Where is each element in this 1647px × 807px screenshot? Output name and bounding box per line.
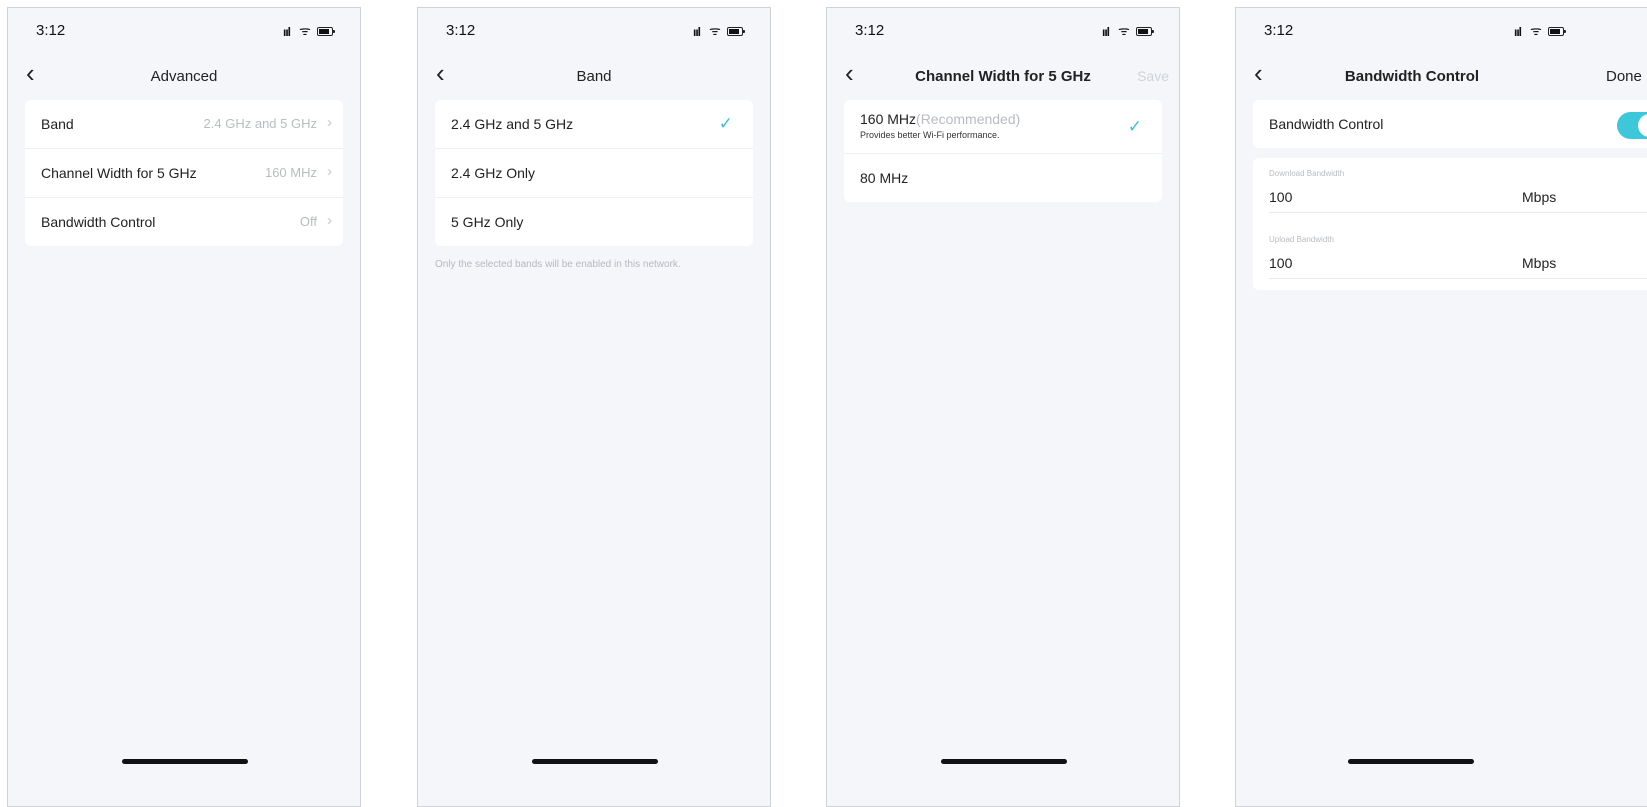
- band-option-both[interactable]: 2.4 GHz and 5 GHz ✓: [435, 100, 753, 149]
- home-indicator[interactable]: [532, 759, 658, 764]
- status-bar: 3:12 ııl ᯤ: [1236, 8, 1647, 53]
- battery-icon: [1548, 27, 1566, 36]
- wifi-icon: ᯤ: [299, 23, 311, 38]
- chevron-right-icon: ›: [327, 212, 332, 229]
- checkmark-icon: ✓: [1127, 117, 1142, 136]
- page-title: Band: [576, 68, 612, 85]
- nav-bar: ‹ Advanced: [8, 53, 360, 97]
- band-option-5[interactable]: 5 GHz Only: [435, 198, 753, 246]
- status-time: 3:12: [855, 22, 885, 39]
- status-time: 3:12: [1264, 22, 1294, 39]
- signal-icon: ııl: [1102, 25, 1110, 39]
- bandwidth-control-toggle[interactable]: [1617, 112, 1647, 139]
- status-bar: 3:12 ııl ᯤ: [418, 8, 770, 53]
- band-options-list: 2.4 GHz and 5 GHz ✓ 2.4 GHz Only 5 GHz O…: [435, 100, 753, 246]
- option-label: 2.4 GHz Only: [451, 165, 536, 181]
- battery-icon: [317, 27, 335, 36]
- signal-icon: ııl: [283, 25, 291, 39]
- toggle-label: Bandwidth Control: [1269, 116, 1384, 132]
- home-indicator[interactable]: [122, 759, 248, 764]
- width-option-160[interactable]: 160 MHz(Recommended) Provides better Wi-…: [844, 100, 1162, 154]
- option-description: Provides better Wi-Fi performance.: [860, 130, 1000, 140]
- wifi-icon: ᯤ: [1118, 23, 1130, 38]
- unit-label: Mbps: [1522, 255, 1557, 271]
- row-value: 2.4 GHz and 5 GHz: [203, 116, 317, 131]
- toggle-card: Bandwidth Control: [1253, 100, 1647, 148]
- page-title: Bandwidth Control: [1344, 68, 1480, 85]
- row-value: Off: [299, 214, 317, 229]
- chevron-right-icon: ›: [327, 163, 332, 180]
- band-screen: 3:12 ııl ᯤ ‹ Band 2.4 GHz and 5 GHz ✓ 2.…: [417, 7, 771, 807]
- unit-label: Mbps: [1522, 189, 1557, 205]
- home-indicator[interactable]: [941, 759, 1067, 764]
- upload-bandwidth-input[interactable]: 100: [1269, 255, 1292, 271]
- width-option-80[interactable]: 80 MHz: [844, 154, 1162, 202]
- nav-bar: ‹ Band: [418, 53, 770, 97]
- band-note: Only the selected bands will be enabled …: [435, 259, 681, 270]
- option-label: 2.4 GHz and 5 GHz: [451, 116, 574, 132]
- channel-width-row[interactable]: Channel Width for 5 GHz 160 MHz ›: [25, 149, 343, 198]
- status-bar: 3:12 ııl ᯤ: [827, 8, 1179, 53]
- field-label: Upload Bandwidth: [1269, 235, 1334, 244]
- nav-bar: ‹ Bandwidth Control Done: [1236, 53, 1647, 97]
- row-label: Bandwidth Control: [41, 214, 156, 230]
- bandwidth-control-screen: 3:12 ııl ᯤ ‹ Bandwidth Control Done Band…: [1235, 7, 1647, 807]
- battery-icon: [727, 27, 745, 36]
- save-button[interactable]: Save: [1137, 68, 1169, 84]
- toggle-knob: [1638, 114, 1647, 137]
- bandwidth-fields-card: Download Bandwidth 100 Mbps Upload Bandw…: [1253, 158, 1647, 290]
- battery-icon: [1136, 27, 1154, 36]
- status-time: 3:12: [36, 22, 66, 39]
- row-label: Channel Width for 5 GHz: [41, 165, 197, 181]
- band-row[interactable]: Band 2.4 GHz and 5 GHz ›: [25, 100, 343, 149]
- channel-width-screen: 3:12 ııl ᯤ ‹ Channel Width for 5 GHz Sav…: [826, 7, 1180, 807]
- row-value: 160 MHz: [264, 165, 317, 180]
- download-bandwidth-field[interactable]: Download Bandwidth 100 Mbps: [1253, 158, 1647, 224]
- done-button[interactable]: Done: [1606, 68, 1642, 85]
- home-indicator[interactable]: [1348, 759, 1474, 764]
- download-bandwidth-input[interactable]: 100: [1269, 189, 1292, 205]
- field-underline: [1269, 278, 1647, 279]
- option-label: 80 MHz: [860, 170, 909, 186]
- status-bar: 3:12 ııl ᯤ: [8, 8, 360, 53]
- status-time: 3:12: [446, 22, 476, 39]
- bandwidth-control-row[interactable]: Bandwidth Control Off ›: [25, 198, 343, 246]
- upload-bandwidth-field[interactable]: Upload Bandwidth 100 Mbps: [1253, 224, 1647, 290]
- field-underline: [1269, 212, 1647, 213]
- option-label: 5 GHz Only: [451, 214, 524, 230]
- advanced-screen: 3:12 ııl ᯤ ‹ Advanced Band 2.4 GHz and 5…: [7, 7, 361, 807]
- nav-bar: ‹ Channel Width for 5 GHz Save: [827, 53, 1179, 97]
- page-title: Advanced: [150, 68, 218, 85]
- signal-icon: ııl: [1514, 25, 1522, 39]
- signal-icon: ııl: [693, 25, 701, 39]
- wifi-icon: ᯤ: [1530, 23, 1542, 38]
- wifi-icon: ᯤ: [709, 23, 721, 38]
- page-title: Channel Width for 5 GHz: [915, 68, 1091, 85]
- channel-width-options-list: 160 MHz(Recommended) Provides better Wi-…: [844, 100, 1162, 202]
- checkmark-icon: ✓: [718, 114, 733, 133]
- row-label: Band: [41, 116, 74, 132]
- field-label: Download Bandwidth: [1269, 169, 1345, 178]
- band-option-2-4[interactable]: 2.4 GHz Only: [435, 149, 753, 198]
- option-label: 160 MHz: [860, 111, 917, 127]
- chevron-right-icon: ›: [327, 114, 332, 131]
- settings-list: Band 2.4 GHz and 5 GHz › Channel Width f…: [25, 100, 343, 246]
- recommended-tag: (Recommended): [916, 111, 1021, 127]
